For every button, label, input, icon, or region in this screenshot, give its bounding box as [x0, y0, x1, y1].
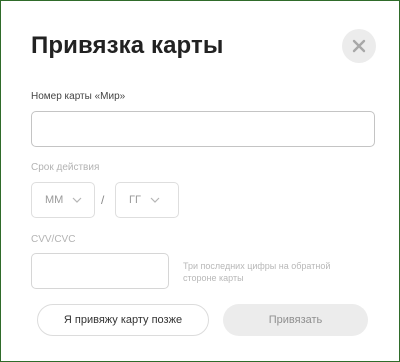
cvv-label: CVV/CVC	[31, 234, 76, 245]
dialog-title: Привязка карты	[31, 32, 224, 59]
card-number-label: Номер карты «Мир»	[31, 91, 126, 102]
year-placeholder: ГГ	[129, 194, 141, 206]
month-placeholder: ММ	[45, 194, 64, 206]
close-button[interactable]	[342, 29, 376, 63]
year-select[interactable]: ГГ	[115, 182, 179, 218]
chevron-down-icon	[72, 197, 82, 203]
cvv-hint: Три последних цифры на обратной стороне …	[183, 261, 331, 283]
bind-card-dialog: Привязка карты Номер карты «Мир» Срок де…	[2, 2, 398, 360]
close-icon	[352, 39, 366, 53]
cvv-input[interactable]	[31, 253, 169, 289]
month-select[interactable]: ММ	[31, 182, 95, 218]
chevron-down-icon	[150, 197, 160, 203]
bind-card-button[interactable]: Привязать	[223, 304, 368, 336]
expiry-label: Срок действия	[31, 162, 100, 173]
expiry-separator: /	[101, 193, 105, 207]
bind-later-button[interactable]: Я привяжу карту позже	[37, 304, 209, 336]
card-number-input[interactable]	[31, 111, 375, 147]
window-frame: Привязка карты Номер карты «Мир» Срок де…	[0, 0, 400, 362]
